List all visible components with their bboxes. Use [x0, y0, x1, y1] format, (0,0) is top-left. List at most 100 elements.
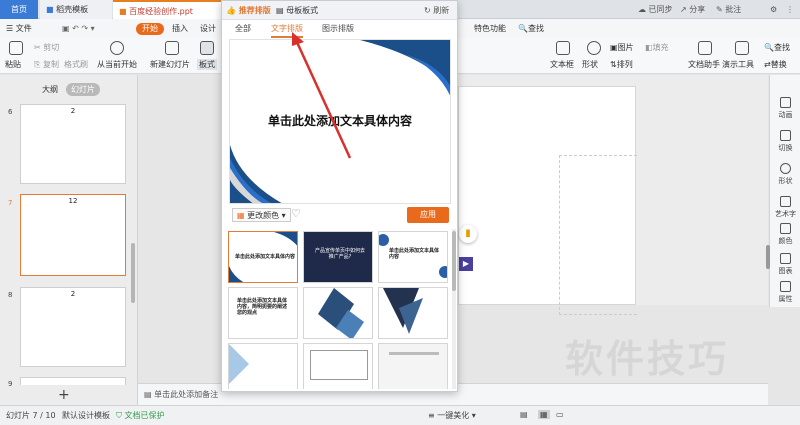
layout-option[interactable]: 单击此处添加文本具体内容 — [228, 231, 298, 283]
layout-option[interactable] — [378, 343, 448, 389]
slide-thumbnail[interactable]: 2 — [20, 104, 126, 184]
add-slide-button[interactable]: + — [58, 387, 70, 403]
rail-animation[interactable]: 动画 — [770, 97, 800, 120]
play-icon — [110, 41, 124, 55]
replace-button[interactable]: ⇄替换 — [764, 59, 787, 70]
beautify-button[interactable]: ≡ 一键美化 ▾ — [428, 410, 476, 421]
format-painter-button[interactable]: 格式刷 — [64, 59, 88, 70]
from-current-button[interactable]: 从当前开始 — [97, 59, 137, 70]
rail-label: 切换 — [778, 144, 793, 152]
rail-label: 艺术字 — [775, 210, 796, 218]
placeholder-box[interactable] — [559, 155, 637, 315]
doc-assistant-button[interactable]: 文档助手 — [688, 59, 720, 70]
outline-tab[interactable]: 大纲 — [42, 84, 58, 95]
textbox-button[interactable]: 文本框 — [550, 59, 574, 70]
share-button[interactable]: ↗ 分享 — [680, 2, 705, 17]
layout-option[interactable]: 单击此处添加文本具体内容，简明扼要的阐述您的观点 — [228, 287, 298, 339]
slide-thumbnail[interactable] — [20, 377, 126, 385]
view-sorter-icon[interactable]: ▦ — [538, 410, 550, 419]
media-float-icon[interactable]: ▶ — [459, 257, 473, 271]
view-normal-icon[interactable]: ▤ — [520, 410, 528, 419]
shape-button[interactable]: 形状 — [582, 59, 598, 70]
menu-start[interactable]: 开始 — [136, 23, 164, 35]
fill-button[interactable]: ◧填充 — [645, 42, 669, 53]
new-slide-icon — [165, 41, 179, 55]
comment-button[interactable]: ✎ 批注 — [716, 2, 741, 17]
picture-button[interactable]: ▣图片 — [610, 42, 634, 53]
master-tab[interactable]: ▤ 母板板式 — [276, 3, 318, 18]
chart-icon — [780, 253, 791, 264]
popup-scroll-thumb[interactable] — [452, 231, 456, 291]
rail-shape[interactable]: 形状 — [770, 163, 800, 186]
tab-home[interactable]: 首页 — [0, 0, 38, 19]
protect-status[interactable]: ⛉ 文档已保护 — [116, 410, 165, 421]
rail-wordart[interactable]: 艺术字 — [770, 196, 800, 219]
slide-panel-scrollbar[interactable] — [131, 243, 135, 303]
copy-button[interactable]: ⎘ 复制 — [34, 59, 59, 70]
layout-button[interactable]: 板式 — [197, 59, 217, 70]
layout-deco — [389, 352, 439, 355]
template-icon: ■ — [46, 5, 57, 14]
menu-design[interactable]: 设计 — [200, 21, 216, 36]
rail-properties[interactable]: 属性 — [770, 281, 800, 304]
popup-scrollbar[interactable] — [452, 229, 456, 389]
change-color-button[interactable]: ▦ 更改颜色 ▾ — [232, 208, 291, 222]
menu-insert[interactable]: 插入 — [172, 21, 188, 36]
rail-color[interactable]: 颜色 — [770, 223, 800, 246]
tab-template[interactable]: ■ 稻壳模板 — [40, 0, 112, 19]
comment-label: 批注 — [725, 5, 742, 14]
color-icon — [780, 223, 791, 234]
apply-button[interactable]: 应用 — [407, 207, 449, 223]
layout-option[interactable]: 单击此处添加文本具体内容 — [378, 231, 448, 283]
slide-thumbnail-selected[interactable]: 12 — [20, 194, 126, 276]
layout-option[interactable] — [378, 287, 448, 339]
shape-icon — [587, 41, 601, 55]
find-button[interactable]: 🔍查找 — [764, 42, 790, 53]
slide-panel: 大纲 幻灯片 6 2 7 12 8 2 9 — [0, 75, 138, 405]
find-label: 查找 — [773, 43, 790, 52]
notes-placeholder-label: 单击此处添加备注 — [154, 390, 219, 399]
layout-option[interactable] — [303, 343, 373, 389]
menu-file[interactable]: ☰ 文件 — [6, 21, 32, 36]
layout-deco — [310, 350, 368, 380]
layout-option[interactable] — [303, 287, 373, 339]
animation-icon — [780, 97, 791, 108]
layout-option[interactable] — [228, 343, 298, 389]
slide-thumbnail[interactable]: 2 — [20, 287, 126, 367]
menu-search-label: 查找 — [527, 24, 544, 33]
present-tool-button[interactable]: 演示工具 — [722, 59, 754, 70]
canvas-scrollbar[interactable] — [766, 245, 770, 269]
menu-search[interactable]: 🔍查找 — [518, 21, 544, 36]
status-bar: 幻灯片 7 / 10 默认设计模板 ⛉ 文档已保护 ≡ 一键美化 ▾ ▤ ▦ ▭ — [0, 405, 800, 425]
tab-document[interactable]: ■ 百度经验创作.ppt — [113, 0, 221, 19]
slide-canvas[interactable] — [458, 86, 637, 315]
tab-all[interactable]: 全部 — [235, 23, 251, 34]
arrange-button[interactable]: ⇅排列 — [610, 59, 633, 70]
slide-thumb-label: 12 — [68, 197, 78, 205]
layout-deco — [383, 288, 423, 334]
more-icon[interactable]: ⋮ — [786, 2, 794, 17]
notes-placeholder[interactable]: ▤ 单击此处添加备注 — [144, 389, 218, 400]
replace-label: 替换 — [770, 60, 787, 69]
recommend-tab[interactable]: 👍 推荐排版 — [226, 3, 271, 18]
layout-option[interactable]: 产品宣传单页中如何去推广产品? — [303, 231, 373, 283]
arrange-label: 排列 — [616, 60, 633, 69]
quick-access-icons[interactable]: ▣ ↶ ↷ ▾ — [62, 21, 95, 36]
rail-chart[interactable]: 图表 — [770, 253, 800, 276]
cut-button[interactable]: ✂ 剪切 — [34, 42, 59, 53]
rail-label: 动画 — [778, 111, 793, 119]
view-reading-icon[interactable]: ▭ — [556, 410, 564, 419]
menu-special[interactable]: 特色功能 — [474, 21, 506, 36]
sync-button[interactable]: ☁ 已同步 — [638, 2, 673, 17]
rail-transition[interactable]: 切换 — [770, 130, 800, 153]
chart-float-icon[interactable]: ▮ — [459, 225, 477, 243]
new-slide-button[interactable]: 新建幻灯片 — [150, 59, 190, 70]
textbox-icon — [556, 41, 570, 55]
tab-template-label: 稻壳模板 — [56, 5, 89, 14]
settings-icon[interactable]: ⚙ — [770, 2, 777, 17]
picture-label: 图片 — [617, 43, 634, 52]
slides-tab[interactable]: 幻灯片 — [66, 83, 100, 96]
favorite-icon[interactable]: ♡ — [291, 207, 301, 220]
refresh-button[interactable]: ↻ 刷新 — [424, 3, 449, 18]
paste-button[interactable]: 粘贴 — [5, 59, 21, 70]
